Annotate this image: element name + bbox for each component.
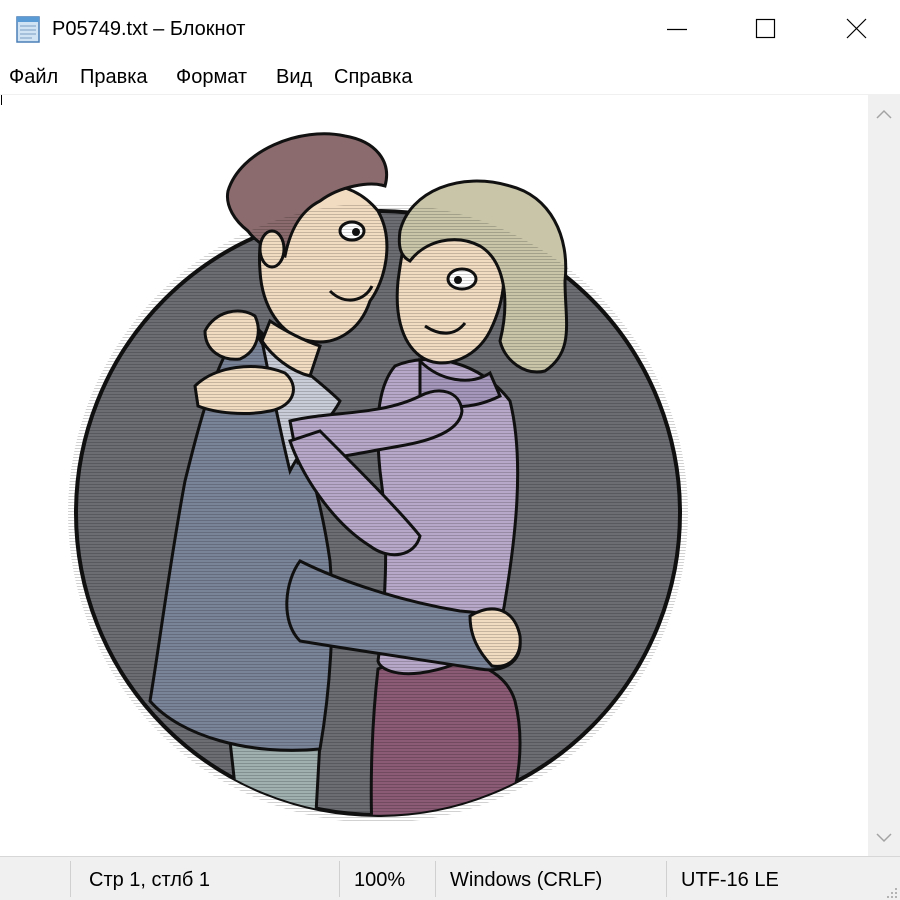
menu-bar: Файл Правка Формат Вид Справка (0, 58, 900, 94)
close-button[interactable] (810, 0, 900, 58)
menu-edit[interactable]: Правка (80, 65, 148, 89)
menu-file[interactable]: Файл (9, 65, 58, 89)
notepad-icon (14, 14, 42, 44)
chevron-down-icon (876, 833, 892, 843)
zoom-level: 100% (354, 869, 406, 891)
vertical-scrollbar[interactable] (868, 94, 900, 856)
close-icon (846, 18, 867, 39)
menu-help[interactable]: Справка (334, 65, 412, 89)
menu-view[interactable]: Вид (276, 65, 312, 89)
scroll-down-button[interactable] (868, 822, 900, 856)
ascii-art-picture (68, 132, 688, 823)
window-title: P05749.txt – Блокнот (52, 18, 246, 40)
encoding: UTF-16 LE (681, 869, 779, 891)
status-separator (666, 861, 667, 897)
status-bar: Стр 1, стлб 1 100% Windows (CRLF) UTF-16… (0, 856, 900, 900)
menu-format[interactable]: Формат (176, 65, 247, 89)
scroll-up-button[interactable] (868, 98, 900, 132)
line-endings: Windows (CRLF) (450, 869, 603, 891)
minimize-button[interactable] (632, 0, 722, 58)
title-bar[interactable]: P05749.txt – Блокнот (0, 0, 900, 58)
text-editor[interactable] (0, 94, 868, 857)
maximize-button[interactable] (721, 0, 811, 58)
cursor-position: Стр 1, стлб 1 (89, 869, 211, 891)
resize-grip-icon[interactable] (884, 885, 898, 899)
status-separator (339, 861, 340, 897)
status-separator (435, 861, 436, 897)
status-separator (70, 861, 71, 897)
minimize-icon (667, 28, 687, 31)
maximize-icon (755, 18, 776, 39)
chevron-up-icon (876, 109, 892, 119)
notepad-window: P05749.txt – Блокнот Файл Правка Формат … (0, 0, 900, 900)
